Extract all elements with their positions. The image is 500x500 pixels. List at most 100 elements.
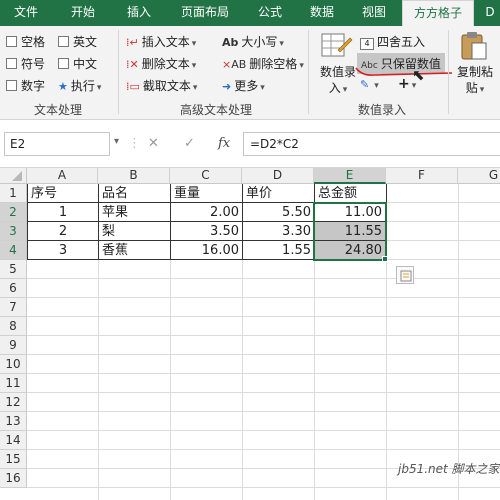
cell-e3[interactable]: 11.55	[315, 222, 385, 241]
edit-dropdown-button[interactable]: ✎ ▾	[360, 77, 379, 91]
row-header-1[interactable]: 1	[0, 184, 27, 203]
more-button[interactable]: ➜ 更多 ▾	[222, 77, 265, 94]
row-header-15[interactable]: 15	[0, 450, 27, 469]
cell-e1[interactable]: 总金额	[315, 184, 386, 203]
cell-d1[interactable]: 单价	[243, 184, 314, 203]
cell-c4[interactable]: 16.00	[171, 241, 242, 260]
round-button[interactable]: 4 四舍五入	[360, 33, 425, 50]
delete-space-button[interactable]: ×AB 删除空格 ▾	[222, 55, 304, 72]
row-header-3[interactable]: 3	[0, 222, 27, 241]
column-header-g[interactable]: G	[458, 168, 500, 184]
add-dropdown-button[interactable]: + ▾	[398, 76, 416, 92]
checkbox-english[interactable]: 英文	[58, 33, 97, 50]
row-header-13[interactable]: 13	[0, 412, 27, 431]
chevron-down-icon[interactable]: ▾	[114, 136, 119, 147]
checkbox-chinese[interactable]: 中文	[58, 55, 97, 72]
row-header-2[interactable]: 2	[0, 203, 27, 222]
tab-formulas[interactable]: 公式	[248, 0, 292, 26]
select-all-corner[interactable]	[0, 168, 27, 184]
column-header-b[interactable]: B	[98, 168, 170, 184]
extract-text-button[interactable]: ⁞▭ 截取文本 ▾	[126, 77, 197, 94]
row-header-8[interactable]: 8	[0, 317, 27, 336]
gridline	[27, 430, 500, 431]
gridline	[27, 316, 500, 317]
case-icon: Ab	[222, 36, 239, 49]
tab-view[interactable]: 视图	[352, 0, 396, 26]
more-dots-icon: ⋮	[128, 136, 141, 151]
row-header-6[interactable]: 6	[0, 279, 27, 298]
group-label-text-process: 文本处理	[34, 103, 83, 117]
execute-button[interactable]: ★ 执行 ▾	[58, 77, 101, 94]
cell-b3[interactable]: 梨	[99, 222, 170, 241]
ribbon: 空格 英文 符号 中文 数字 ★ 执行 ▾ 文本处理 ⁞↵ 插入文本 ▾ ⁞✕ 删除文本 ▾…	[0, 26, 500, 120]
case-button[interactable]: Ab 大小写 ▾	[222, 33, 284, 50]
checkbox-icon	[6, 36, 17, 47]
row-header-16[interactable]: 16	[0, 469, 27, 488]
enter-icon[interactable]: ✓	[184, 136, 195, 151]
checkbox-symbol[interactable]: 符号	[6, 55, 45, 72]
cell-d4[interactable]: 1.55	[243, 241, 314, 260]
column-header-a[interactable]: A	[27, 168, 98, 184]
copy-paste-button[interactable]: 复制粘贴 ▾	[455, 64, 495, 98]
more-icon: ➜	[222, 80, 232, 93]
tab-page-layout[interactable]: 页面布局	[170, 0, 240, 26]
group-separator	[308, 30, 309, 114]
cell-a1[interactable]: 序号	[28, 184, 98, 203]
group-label-advanced-text: 高级文本处理	[180, 103, 253, 117]
spreadsheet-grid[interactable]: A B C D E F G 1 2 3 4 5 6 7 8 9 10 11 12…	[0, 168, 500, 500]
checkbox-number[interactable]: 数字	[6, 77, 45, 94]
cancel-icon[interactable]: ✕	[148, 136, 159, 151]
formula-input[interactable]: =D2*C2	[243, 132, 500, 156]
insert-text-icon: ⁞↵	[126, 36, 139, 49]
checkbox-icon	[6, 58, 17, 69]
row-header-11[interactable]: 11	[0, 374, 27, 393]
gridline	[27, 335, 500, 336]
cell-b2[interactable]: 苹果	[99, 203, 170, 222]
gridline	[27, 354, 500, 355]
fx-icon[interactable]: fx	[218, 136, 230, 151]
name-box[interactable]: E2	[4, 132, 110, 156]
column-header-c[interactable]: C	[170, 168, 242, 184]
column-header-e[interactable]: E	[314, 168, 386, 184]
row-header-14[interactable]: 14	[0, 431, 27, 450]
row-header-10[interactable]: 10	[0, 355, 27, 374]
checkbox-icon	[58, 58, 69, 69]
row-header-12[interactable]: 12	[0, 393, 27, 412]
cell-b4[interactable]: 香蕉	[99, 241, 170, 260]
cell-a2[interactable]: 1	[28, 203, 98, 222]
cell-c3[interactable]: 3.50	[171, 222, 242, 241]
gridline	[27, 487, 500, 488]
cell-e2[interactable]: 11.00	[315, 203, 385, 222]
cell-b1[interactable]: 品名	[99, 184, 170, 203]
column-header-f[interactable]: F	[386, 168, 458, 184]
cell-d3[interactable]: 3.30	[243, 222, 314, 241]
edit-icon: ✎	[360, 78, 370, 91]
row-header-5[interactable]: 5	[0, 260, 27, 279]
delete-text-button[interactable]: ⁞✕ 删除文本 ▾	[126, 55, 196, 72]
tab-fangfang-gezi[interactable]: 方方格子	[402, 0, 474, 26]
tab-home[interactable]: 开始	[58, 0, 108, 26]
tab-d[interactable]: D	[480, 0, 500, 26]
formula-bar: E2 ▾ ⋮ ✕ ✓ fx =D2*C2	[0, 120, 500, 168]
tab-insert[interactable]: 插入	[114, 0, 164, 26]
insert-text-button[interactable]: ⁞↵ 插入文本 ▾	[126, 33, 196, 50]
tab-file[interactable]: 文件	[6, 0, 46, 26]
gridline	[27, 278, 500, 279]
gridline	[27, 449, 500, 450]
plus-icon: +	[398, 76, 410, 92]
tab-data[interactable]: 数据	[300, 0, 344, 26]
clipboard-icon	[458, 30, 490, 65]
cell-c2[interactable]: 2.00	[171, 203, 242, 222]
cell-a3[interactable]: 2	[28, 222, 98, 241]
quick-analysis-icon[interactable]	[396, 266, 414, 284]
row-header-4[interactable]: 4	[0, 241, 27, 260]
cell-e4[interactable]: 24.80	[315, 241, 385, 260]
checkbox-space[interactable]: 空格	[6, 33, 45, 50]
row-header-9[interactable]: 9	[0, 336, 27, 355]
gridline	[458, 184, 459, 500]
cell-d2[interactable]: 5.50	[243, 203, 314, 222]
cell-c1[interactable]: 重量	[171, 184, 242, 203]
row-header-7[interactable]: 7	[0, 298, 27, 317]
column-header-d[interactable]: D	[242, 168, 314, 184]
cell-a4[interactable]: 3	[28, 241, 98, 260]
